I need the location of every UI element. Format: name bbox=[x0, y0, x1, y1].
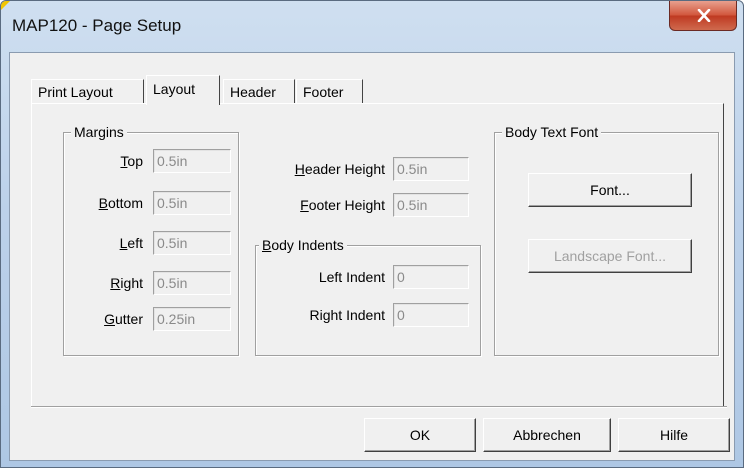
cancel-button[interactable]: Abbrechen bbox=[483, 418, 611, 452]
mnemonic: B bbox=[98, 195, 108, 211]
tab-header[interactable]: Header bbox=[223, 79, 295, 105]
footer-height-label: Footer Height bbox=[300, 197, 385, 213]
window-title: MAP120 - Page Setup bbox=[12, 16, 182, 35]
tab-footer[interactable]: Footer bbox=[296, 79, 363, 105]
top-margin-field[interactable]: 0.5in bbox=[153, 149, 231, 173]
dialog-window: MAP120 - Page Setup Print Layout Layout … bbox=[0, 0, 744, 468]
left-indent-label: Left Indent bbox=[318, 269, 385, 285]
right-indent-field[interactable]: 0 bbox=[393, 303, 469, 327]
ok-button[interactable]: OK bbox=[364, 418, 476, 452]
mnemonic: R bbox=[110, 275, 121, 291]
body-indents-group: Body Indents bbox=[255, 237, 481, 356]
bottom-margin-label: Bottom bbox=[98, 195, 143, 211]
help-button[interactable]: Hilfe bbox=[618, 418, 730, 452]
landscape-font-button[interactable]: Landscape Font... bbox=[528, 239, 692, 273]
mnemonic: G bbox=[104, 311, 115, 327]
gutter-margin-field[interactable]: 0.25in bbox=[153, 307, 231, 331]
right-margin-label: Right bbox=[110, 275, 143, 291]
top-margin-label: Top bbox=[120, 153, 143, 169]
left-margin-label: Left bbox=[119, 235, 143, 251]
margins-group-title: Margins bbox=[71, 124, 127, 141]
close-button[interactable] bbox=[669, 1, 737, 31]
left-indent-field[interactable]: 0 bbox=[393, 265, 469, 289]
right-margin-field[interactable]: 0.5in bbox=[153, 271, 231, 295]
tab-label: Layout bbox=[153, 81, 196, 97]
footer-height-field[interactable]: 0.5in bbox=[393, 193, 469, 217]
font-button[interactable]: Font... bbox=[528, 173, 692, 207]
window-corner-marker bbox=[1, 1, 10, 10]
body-text-font-group-title: Body Text Font bbox=[502, 124, 602, 141]
header-height-label: Header Height bbox=[294, 161, 385, 177]
tab-print-layout[interactable]: Print Layout bbox=[31, 79, 144, 105]
mnemonic: B bbox=[262, 237, 272, 253]
tab-label: Header bbox=[230, 84, 276, 100]
tab-label: Footer bbox=[303, 84, 344, 100]
gutter-margin-label: Gutter bbox=[104, 311, 143, 327]
mnemonic: H bbox=[294, 161, 305, 177]
header-height-field[interactable]: 0.5in bbox=[393, 157, 469, 181]
bottom-margin-field[interactable]: 0.5in bbox=[153, 191, 231, 215]
tab-label: Print Layout bbox=[38, 84, 113, 100]
body-indents-group-title: Body Indents bbox=[259, 237, 347, 254]
dialog-separator bbox=[31, 406, 727, 408]
tab-layout[interactable]: Layout bbox=[146, 75, 220, 105]
mnemonic: F bbox=[300, 197, 309, 213]
right-indent-label: Right Indent bbox=[309, 307, 386, 323]
close-icon bbox=[697, 9, 711, 22]
left-margin-field[interactable]: 0.5in bbox=[153, 231, 231, 255]
